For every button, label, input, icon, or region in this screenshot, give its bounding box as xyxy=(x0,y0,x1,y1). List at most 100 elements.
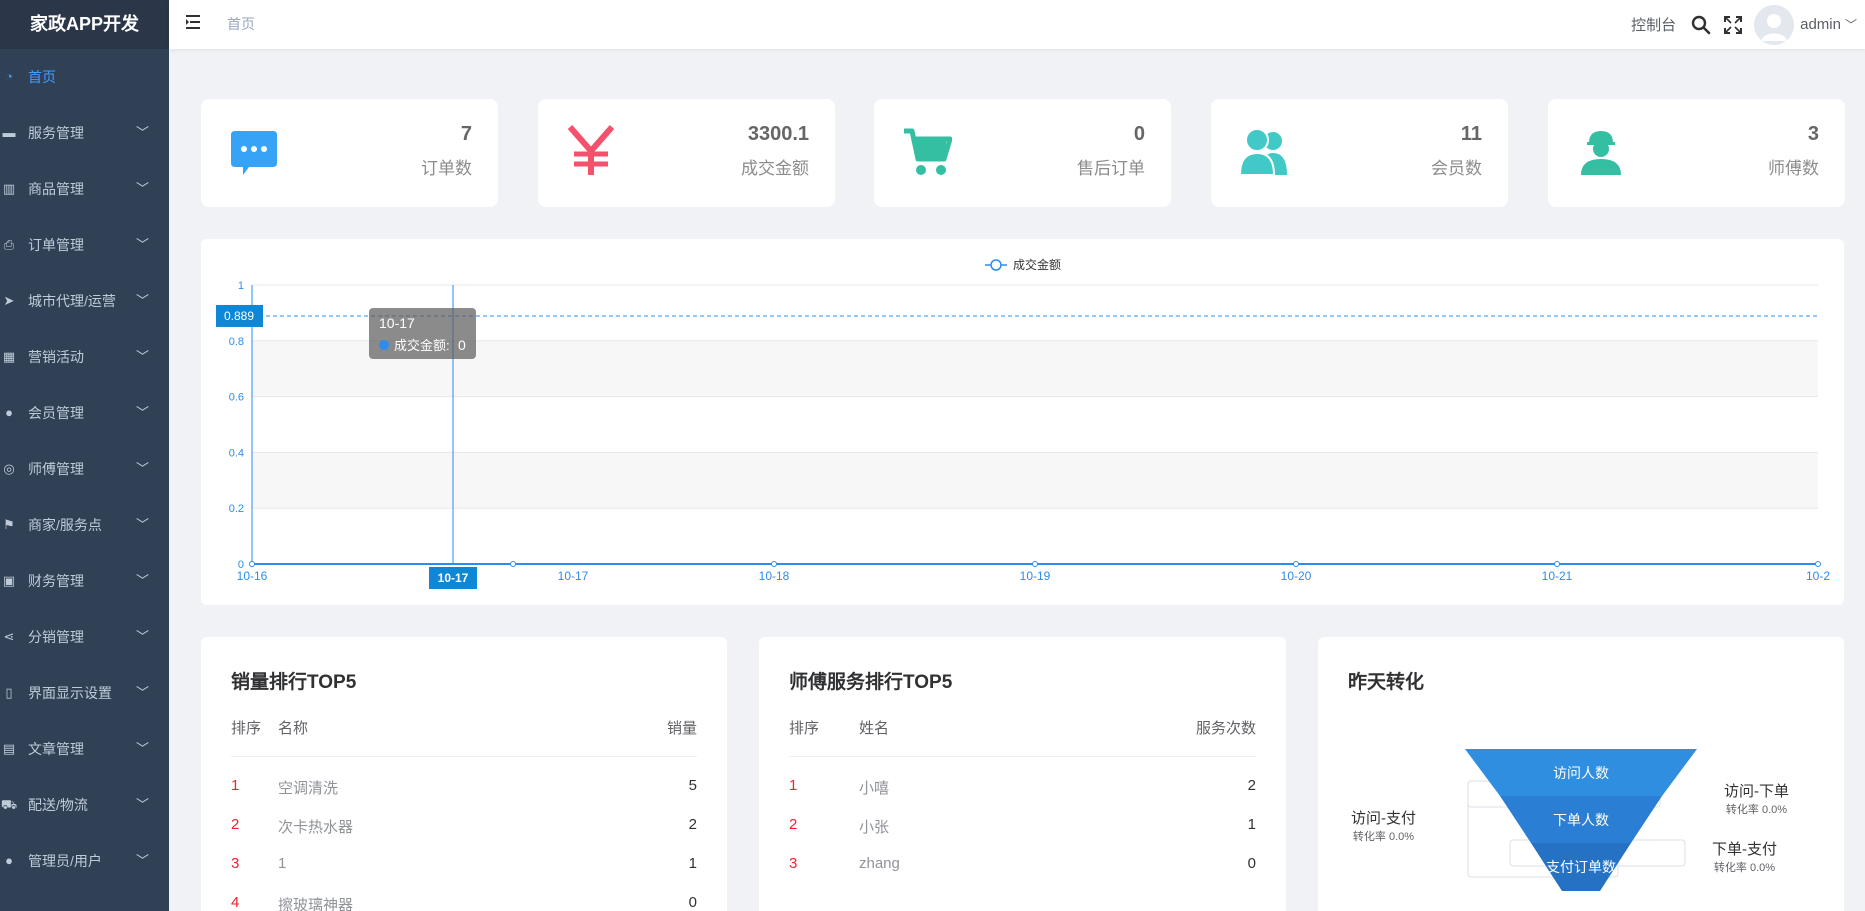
fullscreen-icon[interactable] xyxy=(1722,14,1744,36)
data-point[interactable] xyxy=(1032,561,1038,567)
sidebar-item[interactable]: ● 管理员/用户 ﹀ xyxy=(0,833,169,889)
row-name: 1 xyxy=(278,855,287,872)
chevron-down-icon: ﹀ xyxy=(135,181,149,196)
funnel-label-rate: 转化率 0.0% xyxy=(1725,804,1788,816)
conversion-panel: 昨天转化 访问人数 下单人数 支付订单数 访问-支付 转化率 0.0% 访问-下… xyxy=(1318,637,1844,911)
stat-label: 会员数 xyxy=(1431,159,1482,178)
sidebar-item-label: 商家/服务点 xyxy=(28,517,102,533)
cart-icon xyxy=(904,128,952,175)
stat-card-revenue[interactable]: 3300.1 成交金额 xyxy=(538,99,835,207)
flag-icon: ⚑ xyxy=(3,517,15,532)
sidebar-item[interactable]: ⚑ 商家/服务点 ﹀ xyxy=(0,497,169,553)
x-tick-label: 10-19 xyxy=(1020,569,1051,583)
sidebar-item-label: 分销管理 xyxy=(28,629,84,645)
avatar-person-icon xyxy=(1754,4,1795,45)
row-value: 5 xyxy=(688,777,697,794)
tooltip-value: 0 xyxy=(458,337,466,353)
x-tick-label: 10-2 xyxy=(1806,569,1830,583)
funnel-label-name: 下单-支付 xyxy=(1712,841,1777,858)
sidebar-item[interactable]: ➤ 城市代理/运营 ﹀ xyxy=(0,273,169,329)
shop-icon: ▥ xyxy=(2,181,16,196)
row-rank: 3 xyxy=(789,855,798,872)
sidebar-item-label: 文章管理 xyxy=(28,741,84,757)
y-tick-label: 0.6 xyxy=(229,392,244,404)
admin-icon: ● xyxy=(5,853,13,868)
stat-card-orders[interactable]: 7 订单数 xyxy=(201,99,498,207)
sidebar: 家政APP开发 ◔ 首页 ▬ 服务管理 ﹀ ▥ 商品管理 ﹀ ⎙ 订单管理 ﹀ ➤ 城市代理/运营 ﹀ ▦ 营… xyxy=(0,0,169,911)
legend-swatch-marker xyxy=(990,259,1002,271)
sidebar-item[interactable]: ▥ 商品管理 ﹀ xyxy=(0,161,169,217)
chevron-down-icon: ﹀ xyxy=(135,517,149,532)
chevron-down-icon: ﹀ xyxy=(135,349,149,364)
tooltip-title: 10-17 xyxy=(379,315,415,331)
col-name-header: 姓名 xyxy=(859,720,890,737)
sidebar-item[interactable]: ▬ 服务管理 ﹀ xyxy=(0,105,169,161)
chevron-down-icon: ﹀ xyxy=(135,853,149,868)
sidebar-item[interactable]: ⋖ 分销管理 ﹀ xyxy=(0,609,169,665)
sidebar-item[interactable]: ▦ 营销活动 ﹀ xyxy=(0,329,169,385)
data-point[interactable] xyxy=(1293,561,1299,567)
header-right-tools: 控制台 admin ﹀ xyxy=(1631,0,1865,49)
sidebar-item[interactable]: ⎙ 订单管理 ﹀ xyxy=(0,217,169,273)
revenue-line-chart[interactable]: 0 0.2 0.4 0.6 0.8 1 10-16 10-17 10-18 10-19 10-20 1… xyxy=(201,239,1844,605)
sidebar-item-label: 首页 xyxy=(28,69,56,85)
app-logo-title: 家政APP开发 xyxy=(0,0,169,49)
chevron-down-icon[interactable]: ﹀ xyxy=(1845,16,1857,33)
row-rank: 4 xyxy=(231,894,240,911)
row-value: 1 xyxy=(688,855,697,872)
row-name: 小张 xyxy=(859,819,890,836)
funnel-label-rate: 转化率 0.0% xyxy=(1352,831,1415,843)
send-icon: ➤ xyxy=(3,293,15,308)
row-name: zhang xyxy=(859,855,900,872)
avatar[interactable] xyxy=(1754,4,1795,45)
x-tick-label: 10-18 xyxy=(759,569,790,583)
sidebar-item[interactable]: ▯ 界面显示设置 ﹀ xyxy=(0,665,169,721)
funnel-label-name: 访问-支付 xyxy=(1351,810,1416,827)
stat-card-workers[interactable]: 3 师傅数 xyxy=(1548,99,1845,207)
data-point[interactable] xyxy=(1554,561,1560,567)
x-tick-label: 10-21 xyxy=(1542,569,1573,583)
hamburger-menu-icon[interactable] xyxy=(185,13,203,31)
data-point[interactable] xyxy=(510,561,516,567)
stat-card-members[interactable]: 11 会员数 xyxy=(1211,99,1508,207)
grid-band xyxy=(252,340,1818,397)
col-rank-header: 排序 xyxy=(231,720,262,737)
sidebar-item[interactable]: ● 会员管理 ﹀ xyxy=(0,385,169,441)
tooltip-series-dot xyxy=(379,340,389,350)
table-row: 1 空调清洗 5 xyxy=(231,777,697,816)
table-header: 排序 名称 销量 xyxy=(231,717,697,757)
funnel-label-name: 访问-下单 xyxy=(1724,783,1789,800)
row-rank: 1 xyxy=(231,777,240,794)
panel-title: 销量排行TOP5 xyxy=(231,672,357,693)
sidebar-item-label: 订单管理 xyxy=(28,237,84,253)
row-name: 擦玻璃神器 xyxy=(278,897,354,911)
row-rank: 2 xyxy=(789,816,798,833)
table-header: 排序 姓名 服务次数 xyxy=(789,717,1256,757)
legend-label: 成交金额 xyxy=(1013,257,1061,272)
sidebar-item[interactable]: ▣ 财务管理 ﹀ xyxy=(0,553,169,609)
lifebuoy-icon: ◎ xyxy=(3,461,15,476)
data-point[interactable] xyxy=(771,561,777,567)
stat-card-after-sales[interactable]: 0 售后订单 xyxy=(874,99,1171,207)
chevron-down-icon: ﹀ xyxy=(135,629,149,644)
col-value-header: 服务次数 xyxy=(1195,720,1256,737)
sidebar-menu: ◔ 首页 ▬ 服务管理 ﹀ ▥ 商品管理 ﹀ ⎙ 订单管理 ﹀ ➤ 城市代理/运营 ﹀ ▦ 营销活动 ﹀ ● 会员管… xyxy=(0,49,169,889)
stat-label: 订单数 xyxy=(421,159,472,178)
breadcrumb[interactable]: 首页 xyxy=(227,0,255,49)
funnel-stage-label: 访问人数 xyxy=(1553,765,1609,781)
console-link[interactable]: 控制台 xyxy=(1631,14,1676,35)
table-row: 2 小张 1 xyxy=(789,816,1256,855)
stat-label: 师傅数 xyxy=(1768,159,1819,178)
printer-icon: ⎙ xyxy=(3,237,15,252)
sidebar-item-label: 界面显示设置 xyxy=(28,685,112,701)
sidebar-item-label: 师傅管理 xyxy=(28,461,84,477)
sidebar-item-label: 会员管理 xyxy=(28,405,84,421)
data-point[interactable] xyxy=(249,561,255,567)
sidebar-item[interactable]: ◔ 首页 xyxy=(0,49,169,105)
sidebar-item[interactable]: ◎ 师傅管理 ﹀ xyxy=(0,441,169,497)
sidebar-item[interactable]: ⛟ 配送/物流 ﹀ xyxy=(0,777,169,833)
data-point[interactable] xyxy=(1815,561,1821,567)
sidebar-item[interactable]: ▤ 文章管理 ﹀ xyxy=(0,721,169,777)
username[interactable]: admin xyxy=(1800,16,1841,33)
search-icon[interactable] xyxy=(1690,14,1712,36)
